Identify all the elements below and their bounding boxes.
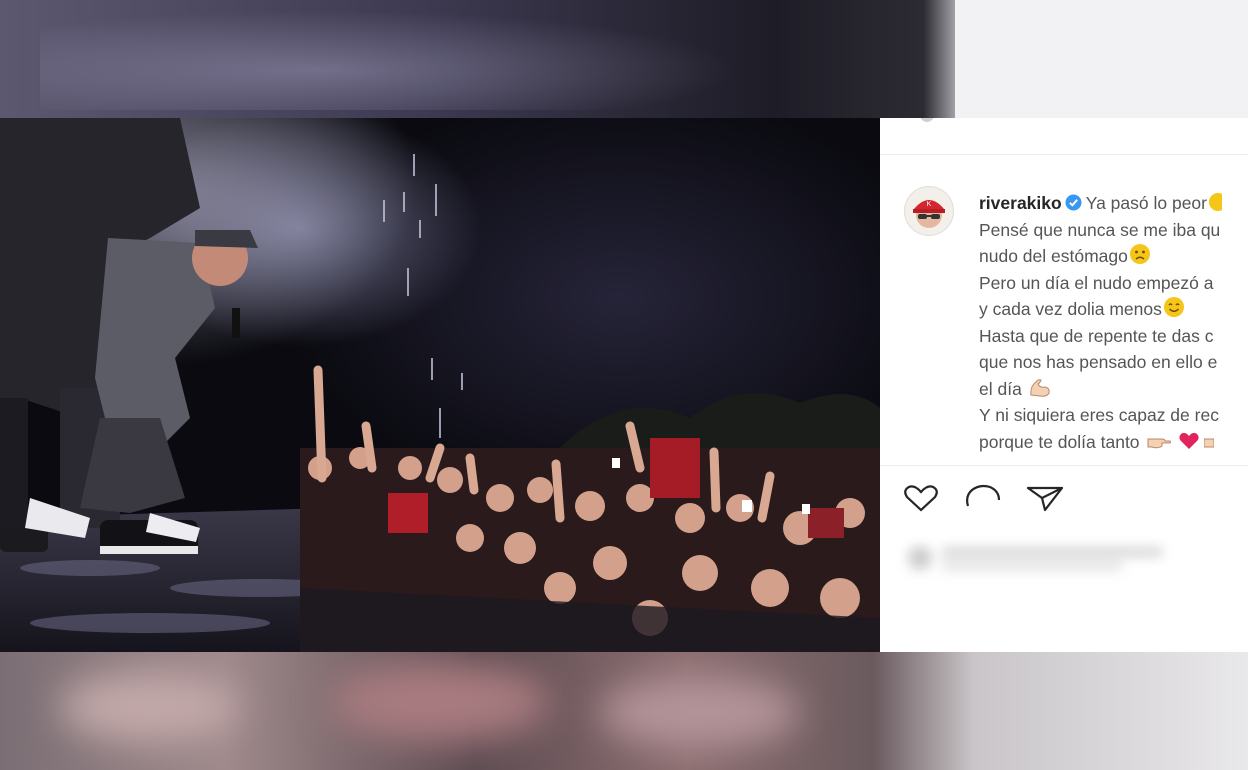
instagram-post-panel: K riverakiko Ya pasó lo peor Pensé que nu… bbox=[880, 118, 1248, 652]
send-icon[interactable] bbox=[1026, 484, 1064, 519]
smile-emoji-icon bbox=[1163, 296, 1185, 326]
username[interactable]: riverakiko bbox=[979, 193, 1062, 213]
post-caption: riverakiko Ya pasó lo peor Pensé que nunc… bbox=[979, 190, 1248, 455]
heart-icon[interactable] bbox=[902, 484, 940, 519]
blurred-likes-text bbox=[902, 538, 1162, 578]
caption-line: Pero un día el nudo empezó a bbox=[979, 272, 1214, 293]
verified-badge-icon bbox=[1065, 192, 1082, 219]
comment-icon[interactable] bbox=[964, 484, 1002, 519]
caption-line: nudo del estómago bbox=[979, 246, 1128, 266]
caption-line: que nos has pensado en ello e bbox=[979, 352, 1218, 372]
caption-line: el día bbox=[979, 378, 1022, 399]
red-heart-emoji-icon bbox=[1178, 431, 1200, 459]
caption-line: Y ni siquiera eres capaz de rec bbox=[979, 405, 1219, 425]
avatar[interactable]: K bbox=[904, 186, 954, 236]
caption-line: Hasta que de repente te das c bbox=[979, 325, 1214, 346]
caption-line: Ya pasó lo peor bbox=[1085, 193, 1207, 213]
panel-top-divider bbox=[880, 154, 1248, 155]
svg-text:K: K bbox=[927, 201, 932, 208]
sad-face-emoji-icon bbox=[1129, 243, 1151, 273]
blurred-background-right bbox=[955, 0, 1248, 118]
actions-divider bbox=[880, 465, 1248, 466]
caption-line: Pensé que nunca se me iba qu bbox=[979, 219, 1221, 240]
pointing-hand-emoji-icon bbox=[1146, 431, 1172, 459]
face-emoji-icon bbox=[1208, 192, 1227, 220]
concert-photo bbox=[0, 118, 880, 652]
caption-line: porque te dolía tanto bbox=[979, 431, 1140, 452]
caption-line: y cada vez dolia menos bbox=[979, 299, 1162, 319]
pointing-hand-emoji-icon bbox=[1203, 431, 1215, 459]
blurred-background-bottom bbox=[0, 652, 1248, 770]
previous-avatar-edge bbox=[920, 118, 934, 122]
flexed-biceps-emoji-icon bbox=[1028, 376, 1052, 406]
